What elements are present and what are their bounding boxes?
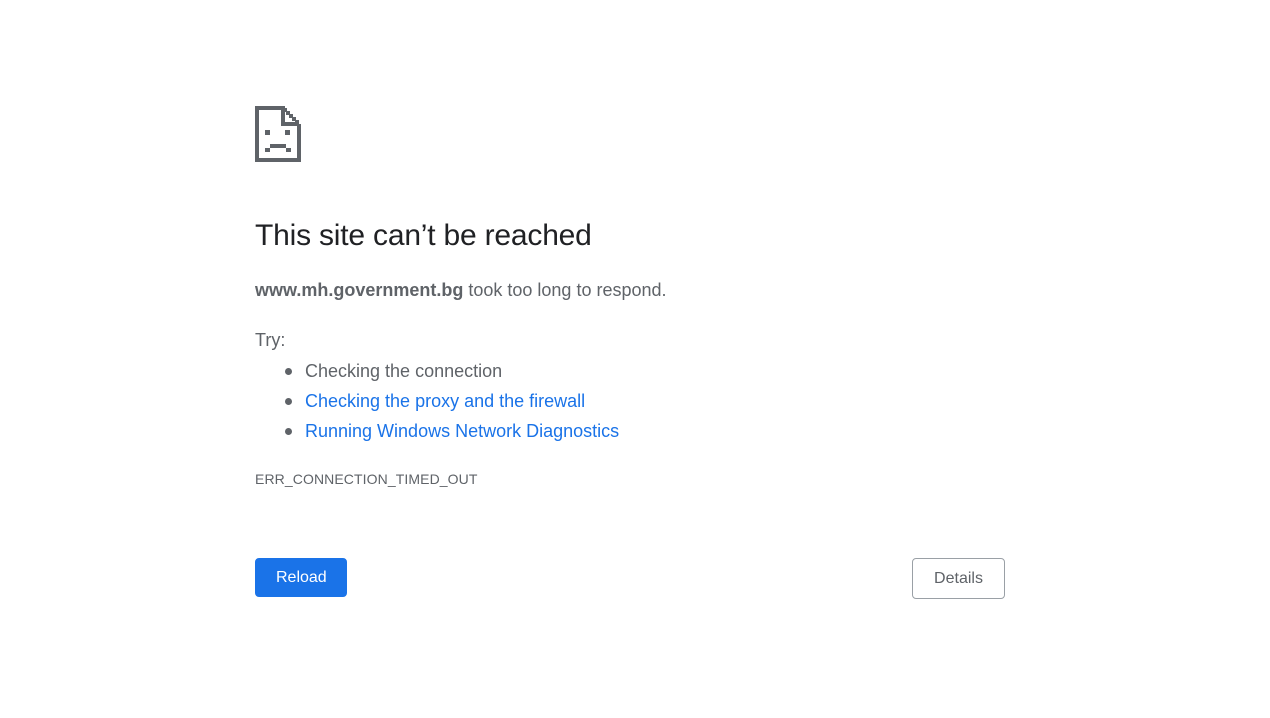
details-button[interactable]: Details [912,558,1005,599]
try-label: Try: [255,330,286,350]
host-name: www.mh.government.bg [255,280,464,300]
summary-message: took too long to respond. [463,280,667,300]
list-item: Checking the proxy and the firewall [255,386,619,416]
bullet-icon [285,398,292,405]
suggestions-list: Checking the connection Checking the pro… [255,356,619,446]
list-item: Running Windows Network Diagnostics [255,416,619,446]
link-network-diagnostics[interactable]: Running Windows Network Diagnostics [305,421,619,441]
bullet-icon [285,428,292,435]
reload-button[interactable]: Reload [255,558,347,597]
bullet-icon [285,368,292,375]
link-proxy-firewall[interactable]: Checking the proxy and the firewall [305,391,585,411]
error-page: This site can’t be reached www.mh.govern… [0,0,1270,718]
error-code: ERR_CONNECTION_TIMED_OUT [255,471,478,487]
list-item: Checking the connection [255,356,619,386]
suggestion-check-connection: Checking the connection [305,361,503,381]
page-title: This site can’t be reached [255,219,592,252]
sad-page-icon [255,106,301,162]
error-summary: www.mh.government.bg took too long to re… [255,280,667,301]
